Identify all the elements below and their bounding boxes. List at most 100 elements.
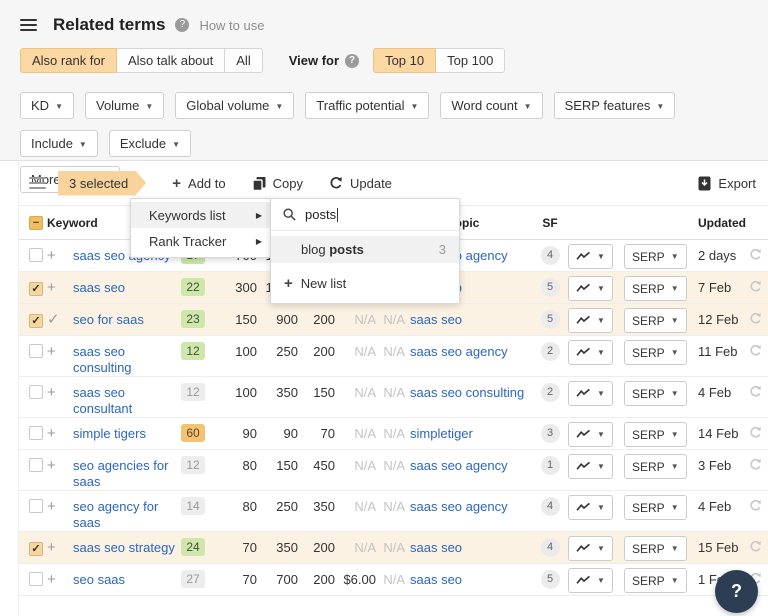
keyword-link[interactable]: saas seo consulting bbox=[73, 344, 132, 375]
filter-word-count-button[interactable]: Word count▼ bbox=[440, 92, 542, 119]
update-button[interactable]: Update bbox=[329, 176, 392, 191]
row-checkbox[interactable] bbox=[29, 458, 43, 472]
row-refresh-icon[interactable] bbox=[749, 336, 768, 360]
filter-kd-button[interactable]: KD▼ bbox=[20, 92, 74, 119]
position-history-button[interactable]: ▼ bbox=[568, 340, 613, 365]
filter-include-button[interactable]: Include▼ bbox=[20, 130, 98, 157]
parent-topic-link[interactable]: saas seo bbox=[410, 572, 462, 587]
row-checkbox[interactable] bbox=[29, 282, 43, 296]
row-checkbox[interactable] bbox=[29, 542, 43, 556]
row-checkbox[interactable] bbox=[29, 426, 43, 440]
serp-button[interactable]: SERP▼ bbox=[624, 244, 687, 269]
kd-badge: 12 bbox=[181, 456, 205, 474]
row-checkbox[interactable] bbox=[29, 499, 43, 513]
add-keyword-button[interactable]: + bbox=[47, 247, 56, 264]
row-checkbox[interactable] bbox=[29, 344, 43, 358]
keyword-link[interactable]: saas seo bbox=[73, 280, 125, 295]
filter-serp-features-button[interactable]: SERP features▼ bbox=[554, 92, 676, 119]
help-question-icon[interactable]: ? bbox=[175, 18, 189, 32]
add-keyword-button[interactable]: + bbox=[47, 343, 56, 360]
parent-topic-link[interactable]: saas seo agency bbox=[410, 499, 508, 514]
tab-also-talk-about[interactable]: Also talk about bbox=[116, 48, 225, 73]
position-history-button[interactable]: ▼ bbox=[568, 568, 613, 593]
add-keyword-button[interactable]: ✓ bbox=[47, 311, 60, 328]
parent-topic-link[interactable]: simpletiger bbox=[410, 426, 473, 441]
keyword-link[interactable]: saas seo consultant bbox=[73, 385, 132, 416]
row-refresh-icon[interactable] bbox=[749, 418, 768, 442]
serp-button[interactable]: SERP▼ bbox=[624, 308, 687, 333]
row-refresh-icon[interactable] bbox=[749, 377, 768, 401]
position-history-button[interactable]: ▼ bbox=[568, 276, 613, 301]
tab-also-rank-for[interactable]: Also rank for bbox=[20, 48, 117, 73]
add-keyword-button[interactable]: + bbox=[47, 425, 56, 442]
position-history-button[interactable]: ▼ bbox=[568, 454, 613, 479]
position-history-button[interactable]: ▼ bbox=[568, 422, 613, 447]
new-list-button[interactable]: + New list bbox=[271, 270, 459, 297]
export-button[interactable]: Export bbox=[698, 176, 756, 191]
serp-button[interactable]: SERP▼ bbox=[624, 568, 687, 593]
add-keyword-button[interactable]: + bbox=[47, 279, 56, 296]
keyword-link[interactable]: seo for saas bbox=[73, 312, 144, 327]
position-history-button[interactable]: ▼ bbox=[568, 495, 613, 520]
position-history-button[interactable]: ▼ bbox=[568, 536, 613, 561]
row-checkbox[interactable] bbox=[29, 385, 43, 399]
menu-toggle-icon[interactable] bbox=[20, 19, 37, 31]
keyword-link[interactable]: seo saas bbox=[73, 572, 125, 587]
keyword-link[interactable]: simple tigers bbox=[73, 426, 146, 441]
parent-topic-link[interactable]: saas seo agency bbox=[410, 458, 508, 473]
list-search-input[interactable]: posts bbox=[271, 199, 459, 231]
menu-item-keywords-list[interactable]: Keywords list▶ bbox=[131, 202, 271, 228]
serp-button[interactable]: SERP▼ bbox=[624, 422, 687, 447]
filter-traffic-potential-button[interactable]: Traffic potential▼ bbox=[305, 92, 429, 119]
serp-button[interactable]: SERP▼ bbox=[624, 381, 687, 406]
how-to-use-link[interactable]: How to use bbox=[199, 18, 264, 33]
row-checkbox[interactable] bbox=[29, 248, 43, 262]
row-refresh-icon[interactable] bbox=[749, 272, 768, 296]
keyword-link[interactable]: saas seo strategy bbox=[73, 540, 175, 555]
row-refresh-icon[interactable] bbox=[749, 532, 768, 556]
select-all-checkbox[interactable] bbox=[29, 216, 43, 230]
parent-topic-link[interactable]: saas seo agency bbox=[410, 344, 508, 359]
tab-all[interactable]: All bbox=[224, 48, 262, 73]
selected-count-badge[interactable]: 3 selected bbox=[58, 171, 146, 196]
parent-topic-link[interactable]: saas seo bbox=[410, 540, 462, 555]
column-header-sf[interactable]: SF bbox=[532, 216, 568, 230]
column-header-updated[interactable]: Updated bbox=[694, 216, 749, 230]
table-options-icon[interactable] bbox=[29, 177, 46, 189]
keyword-link[interactable]: seo agencies for saas bbox=[73, 458, 168, 489]
add-keyword-button[interactable]: + bbox=[47, 571, 56, 588]
add-to-button[interactable]: + Add to bbox=[172, 175, 225, 192]
copy-button[interactable]: Copy bbox=[252, 176, 303, 191]
filter-volume-button[interactable]: Volume▼ bbox=[85, 92, 164, 119]
row-refresh-icon[interactable] bbox=[749, 304, 768, 328]
keyword-link[interactable]: seo agency for saas bbox=[73, 499, 158, 530]
parent-topic-link[interactable]: saas seo consulting bbox=[410, 385, 524, 400]
serp-button[interactable]: SERP▼ bbox=[624, 454, 687, 479]
serp-button[interactable]: SERP▼ bbox=[624, 276, 687, 301]
position-history-button[interactable]: ▼ bbox=[568, 381, 613, 406]
filter-exclude-button[interactable]: Exclude▼ bbox=[109, 130, 191, 157]
add-keyword-button[interactable]: + bbox=[47, 384, 56, 401]
kd-badge: 23 bbox=[181, 310, 205, 328]
row-checkbox[interactable] bbox=[29, 314, 43, 328]
row-refresh-icon[interactable] bbox=[749, 450, 768, 474]
tab-top-10[interactable]: Top 10 bbox=[373, 48, 436, 73]
row-checkbox[interactable] bbox=[29, 572, 43, 586]
add-keyword-button[interactable]: + bbox=[47, 457, 56, 474]
serp-button[interactable]: SERP▼ bbox=[624, 536, 687, 561]
serp-button[interactable]: SERP▼ bbox=[624, 495, 687, 520]
row-refresh-icon[interactable] bbox=[749, 240, 768, 264]
add-keyword-button[interactable]: + bbox=[47, 498, 56, 515]
filter-global-volume-button[interactable]: Global volume▼ bbox=[175, 92, 294, 119]
list-option-blog-posts[interactable]: blog posts 3 bbox=[271, 236, 459, 263]
view-for-help-icon[interactable]: ? bbox=[345, 54, 359, 68]
menu-item-rank-tracker[interactable]: Rank Tracker▶ bbox=[131, 228, 271, 254]
support-chat-button[interactable]: ? bbox=[715, 570, 758, 613]
serp-button[interactable]: SERP▼ bbox=[624, 340, 687, 365]
position-history-button[interactable]: ▼ bbox=[568, 244, 613, 269]
position-history-button[interactable]: ▼ bbox=[568, 308, 613, 333]
row-refresh-icon[interactable] bbox=[749, 491, 768, 515]
parent-topic-link[interactable]: saas seo bbox=[410, 312, 462, 327]
tab-top-100[interactable]: Top 100 bbox=[435, 48, 505, 73]
add-keyword-button[interactable]: + bbox=[47, 539, 56, 556]
